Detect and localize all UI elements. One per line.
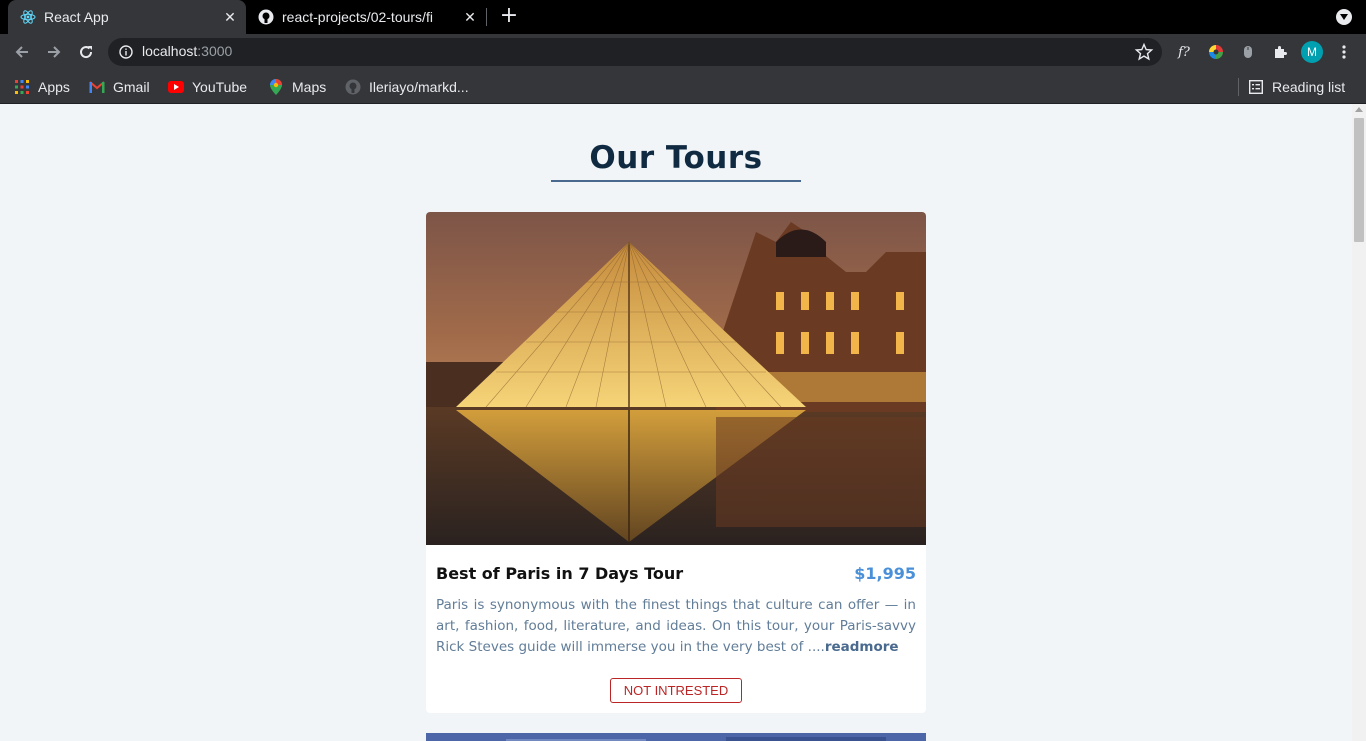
title-underline [551, 180, 801, 182]
bookmark-markdown[interactable]: Ileriayo/markd... [345, 77, 469, 97]
forward-icon[interactable] [42, 40, 66, 64]
readmore-button[interactable]: readmore [825, 639, 899, 655]
bookmark-label: Apps [38, 79, 70, 95]
reload-icon[interactable] [74, 40, 98, 64]
scroll-up-icon[interactable] [1355, 107, 1363, 112]
bookmark-star-icon[interactable] [1134, 42, 1154, 66]
next-tour-image [426, 733, 926, 741]
reading-list-button[interactable]: Reading list [1248, 77, 1345, 97]
new-tab-icon[interactable]: + [498, 5, 520, 28]
page-title: Our Tours [589, 140, 763, 176]
tab-github[interactable]: react-projects/02-tours/fi ✕ [248, 0, 486, 34]
bookmark-label: Gmail [113, 79, 150, 95]
tab-separator [486, 8, 487, 26]
github-icon [345, 79, 361, 95]
bookmark-label: Ileriayo/markd... [369, 79, 469, 95]
scrollbar-thumb[interactable] [1354, 118, 1364, 242]
bookmark-maps[interactable]: Maps [268, 77, 326, 97]
page-scrollbar[interactable] [1352, 104, 1366, 741]
apps-grid-icon [14, 79, 30, 95]
gmail-icon [89, 79, 105, 95]
bookmark-gmail[interactable]: Gmail [89, 77, 150, 97]
extensions-puzzle-icon[interactable] [1269, 41, 1291, 63]
tab-react-app[interactable]: React App ✕ [8, 0, 246, 34]
bookmark-youtube[interactable]: YouTube [168, 77, 247, 97]
tab-search-icon[interactable] [1336, 9, 1352, 25]
tab-title: react-projects/02-tours/fi [282, 9, 433, 25]
tab-strip: React App ✕ react-projects/02-tours/fi ✕… [0, 0, 1366, 34]
mouse-extension-icon[interactable] [1237, 41, 1259, 63]
react-icon [20, 9, 36, 25]
github-icon [258, 9, 274, 25]
bookmark-apps[interactable]: Apps [14, 77, 70, 97]
reading-list-label: Reading list [1272, 79, 1346, 95]
youtube-icon [168, 79, 184, 95]
color-extension-icon[interactable] [1205, 41, 1227, 63]
back-icon[interactable] [10, 40, 34, 64]
browser-toolbar: localhost:3000 f? M [0, 34, 1366, 70]
tab-title: React App [44, 9, 109, 25]
bookmarks-separator [1238, 78, 1239, 96]
fonts-extension-icon[interactable]: f? [1173, 41, 1195, 63]
page-viewport: Our Tours Best of Paris in 7 Days Tour $… [0, 104, 1352, 741]
bookmark-label: Maps [292, 79, 327, 95]
bookmark-label: YouTube [192, 79, 248, 95]
address-bar[interactable]: localhost:3000 [108, 38, 1162, 66]
close-tab-icon[interactable]: ✕ [460, 7, 480, 27]
reading-list-icon [1248, 79, 1264, 95]
next-tour-card [426, 733, 926, 741]
url-text: localhost:3000 [142, 43, 233, 59]
tour-name: Best of Paris in 7 Days Tour [436, 564, 684, 583]
close-tab-icon[interactable]: ✕ [220, 7, 240, 27]
not-interested-button[interactable]: NOT INTRESTED [610, 678, 742, 703]
tour-price: $1,995 [854, 564, 916, 583]
tour-image [426, 212, 926, 545]
profile-avatar[interactable]: M [1301, 41, 1323, 63]
tour-card: Best of Paris in 7 Days Tour $1,995 Pari… [426, 212, 926, 713]
bookmarks-bar: Apps Gmail YouTube Maps Ileriayo/markd..… [0, 70, 1366, 104]
maps-icon [268, 79, 284, 95]
menu-kebab-icon[interactable] [1333, 41, 1355, 63]
site-info-icon[interactable] [118, 44, 134, 64]
tour-description: Paris is synonymous with the finest thin… [436, 595, 916, 658]
